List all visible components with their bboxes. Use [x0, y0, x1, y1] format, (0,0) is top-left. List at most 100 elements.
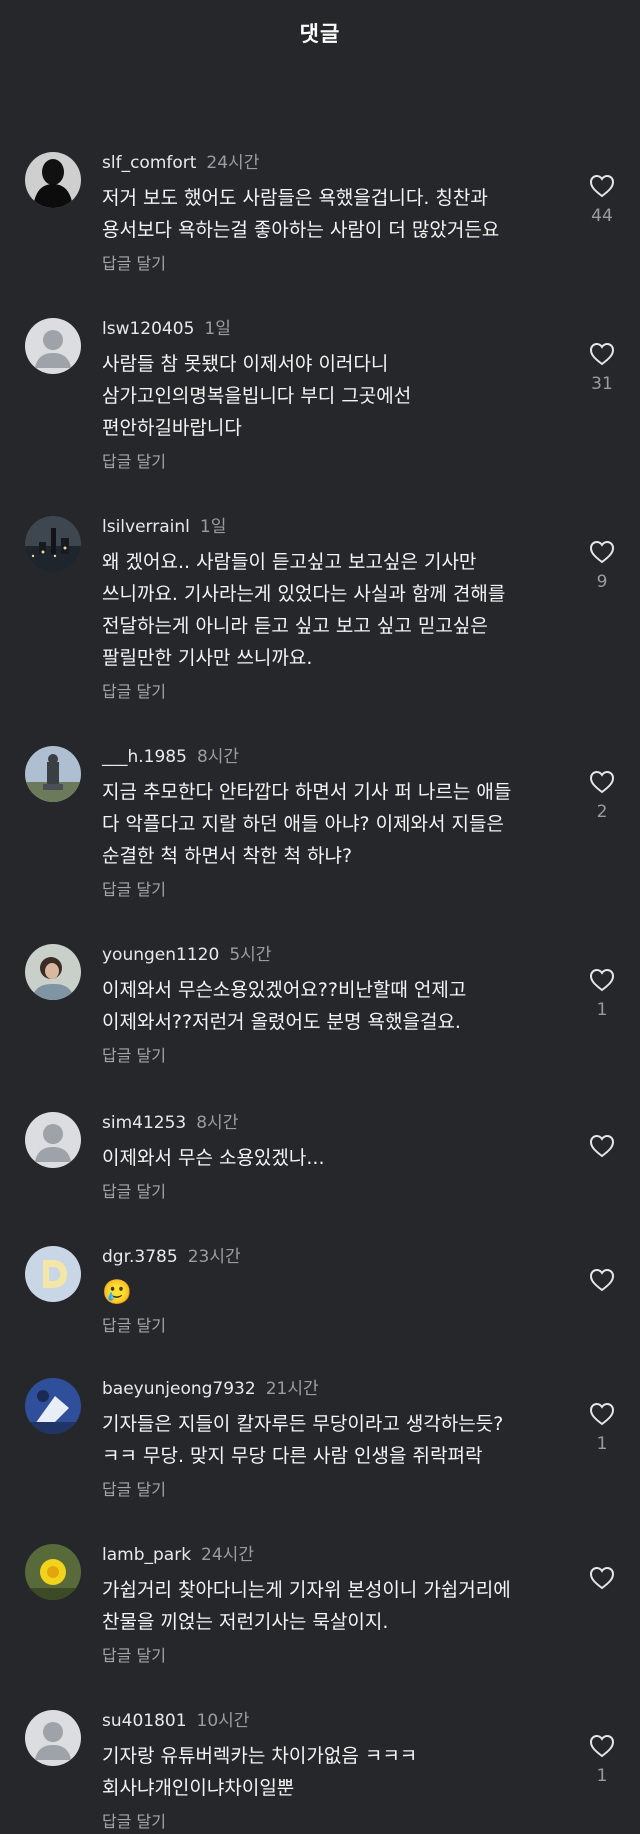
comment-time: 21시간 — [265, 1379, 319, 1399]
comment-time: 8시간 — [196, 747, 240, 767]
comments-header: 댓글 — [0, 0, 640, 66]
like-button[interactable]: 1 — [582, 1402, 622, 1454]
reply-button[interactable]: 답글 달기 — [102, 1810, 166, 1834]
heart-icon — [589, 1402, 615, 1426]
avatar[interactable] — [25, 152, 81, 208]
avatar[interactable] — [25, 516, 81, 572]
comment-username[interactable]: lsw120405 — [102, 319, 194, 339]
comment-time: 23시간 — [187, 1247, 241, 1267]
comment-username[interactable]: dgr.3785 — [102, 1247, 178, 1267]
comment-text: 지금 추모한다 안타깝다 하면서 기사 퍼 나르는 애들 다 악플다고 지랄 하… — [102, 781, 512, 867]
comment-time: 24시간 — [201, 1545, 254, 1565]
heart-icon — [589, 770, 615, 794]
reply-button[interactable]: 답글 달기 — [102, 1180, 166, 1204]
header-title: 댓글 — [299, 22, 341, 46]
comment-text: 기자랑 유튜버렉카는 차이가없음 ㅋㅋㅋ 회사냐개인이냐차이일뿐 — [102, 1745, 418, 1799]
blue-sky-avatar-icon — [25, 1378, 81, 1434]
heart-icon — [589, 342, 615, 366]
heart-icon — [589, 968, 615, 992]
like-button[interactable]: 2 — [582, 770, 622, 822]
heart-icon — [589, 1268, 615, 1292]
comment-text: 🥲 — [102, 1276, 550, 1308]
comment-time: 1일 — [204, 319, 231, 339]
comments-sheet: 댓글 slf_comfort 24시간 저거 보도 했어도 사람들은 욕했을겁니다… — [0, 0, 640, 1831]
comment-item: lamb_park 24시간 가쉽거리 찾아다니는게 기자위 본성이니 가쉽거리에… — [0, 1544, 640, 1668]
comment-username[interactable]: baeyunjeong7932 — [102, 1379, 256, 1399]
letter-d-avatar-icon — [25, 1246, 81, 1302]
default-avatar-icon — [25, 1710, 81, 1766]
like-count: 44 — [591, 206, 613, 226]
comment-item: lsilverrainl 1일 왜 겠어요.. 사람들이 듣고싶고 보고싶은 기사… — [0, 516, 640, 704]
avatar[interactable] — [25, 1246, 81, 1302]
heart-icon — [589, 174, 615, 198]
comment-time: 10시간 — [196, 1711, 250, 1731]
comment-time: 24시간 — [206, 153, 260, 173]
avatar[interactable] — [25, 944, 81, 1000]
comment-time: 5시간 — [229, 945, 272, 965]
comment-text: 사람들 참 못됐다 이제서야 이러다니 삼가고인의명복을빕니다 부디 그곳에선 … — [102, 353, 412, 439]
avatar[interactable] — [25, 1544, 81, 1600]
reply-button[interactable]: 답글 달기 — [102, 1044, 166, 1068]
comment-text: 기자들은 지들이 칼자루든 무당이라고 생각하는듯? ㅋㅋ 무당. 맞지 무당 … — [102, 1413, 504, 1467]
comment-text: 이제와서 무슨소용있겠어요??비난할때 언제고 이제와서??저런거 올렸어도 분… — [102, 979, 467, 1033]
avatar[interactable] — [25, 1378, 81, 1434]
like-button[interactable] — [582, 1566, 622, 1590]
like-count: 1 — [596, 1766, 608, 1786]
reply-button[interactable]: 답글 달기 — [102, 1478, 166, 1502]
comment-text: 왜 겠어요.. 사람들이 듣고싶고 보고싶은 기사만 쓰니까요. 기사라는게 있… — [102, 551, 506, 669]
reply-button[interactable]: 답글 달기 — [102, 1644, 166, 1668]
avatar[interactable] — [25, 1112, 81, 1168]
reply-button[interactable]: 답글 달기 — [102, 680, 166, 704]
comment-item: ___h.1985 8시간 지금 추모한다 안타깝다 하면서 기사 퍼 나르는 애… — [0, 746, 640, 902]
reply-button[interactable]: 답글 달기 — [102, 450, 166, 474]
night-city-avatar-icon — [25, 516, 81, 572]
comment-item: lsw120405 1일 사람들 참 못됐다 이제서야 이러다니 삼가고인의명복을… — [0, 318, 640, 474]
like-button[interactable] — [582, 1268, 622, 1292]
comment-item: dgr.3785 23시간 🥲 답글 달기 — [0, 1246, 640, 1338]
comment-username[interactable]: sim41253 — [102, 1113, 186, 1133]
smile-tear-emoji: 🥲 — [102, 1278, 132, 1306]
like-count: 2 — [596, 802, 608, 822]
statue-avatar-icon — [25, 746, 81, 802]
person-photo-avatar-icon — [25, 944, 81, 1000]
comment-item: youngen1120 5시간 이제와서 무슨소용있겠어요??비난할때 언제고 이… — [0, 944, 640, 1068]
comment-time: 1일 — [199, 517, 227, 537]
heart-icon — [589, 1566, 615, 1590]
avatar-silhouette-icon — [25, 152, 81, 208]
comment-item: sim41253 8시간 이제와서 무슨 소용있겠나... 답글 달기 — [0, 1112, 640, 1204]
reply-button[interactable]: 답글 달기 — [102, 1314, 166, 1338]
like-button[interactable] — [582, 1134, 622, 1158]
heart-icon — [589, 1134, 615, 1158]
avatar[interactable] — [25, 1710, 81, 1766]
comment-username[interactable]: lamb_park — [102, 1545, 191, 1565]
avatar[interactable] — [25, 746, 81, 802]
comment-item: baeyunjeong7932 21시간 기자들은 지들이 칼자루든 무당이라고 … — [0, 1378, 640, 1502]
heart-icon — [589, 1734, 615, 1758]
like-button[interactable]: 1 — [582, 1734, 622, 1786]
comment-text: 저거 보도 했어도 사람들은 욕했을겁니다. 칭찬과 용서보다 욕하는걸 좋아하… — [102, 187, 500, 241]
like-button[interactable]: 31 — [582, 342, 622, 394]
like-count: 31 — [591, 374, 613, 394]
like-button[interactable]: 9 — [582, 540, 622, 592]
heart-icon — [589, 540, 615, 564]
comment-username[interactable]: youngen1120 — [102, 945, 219, 965]
comment-username[interactable]: ___h.1985 — [102, 747, 187, 767]
default-avatar-icon — [25, 1112, 81, 1168]
comment-text: 이제와서 무슨 소용있겠나... — [102, 1147, 325, 1169]
default-avatar-icon — [25, 318, 81, 374]
comment-item: su401801 10시간 기자랑 유튜버렉카는 차이가없음 ㅋㅋㅋ 회사냐개인이… — [0, 1710, 640, 1834]
reply-button[interactable]: 답글 달기 — [102, 252, 166, 276]
avatar[interactable] — [25, 318, 81, 374]
comment-username[interactable]: lsilverrainl — [102, 517, 190, 537]
comment-username[interactable]: su401801 — [102, 1711, 187, 1731]
like-count: 9 — [596, 572, 608, 592]
comment-item: slf_comfort 24시간 저거 보도 했어도 사람들은 욕했을겁니다. 칭… — [0, 152, 640, 276]
comment-text: 가쉽거리 찾아다니는게 기자위 본성이니 가쉽거리에 찬물을 끼얹는 저런기사는… — [102, 1579, 511, 1633]
dandelion-avatar-icon — [25, 1544, 81, 1600]
like-button[interactable]: 44 — [582, 174, 622, 226]
comment-username[interactable]: slf_comfort — [102, 153, 196, 173]
reply-button[interactable]: 답글 달기 — [102, 878, 166, 902]
like-count: 1 — [596, 1434, 608, 1454]
comment-time: 8시간 — [196, 1113, 239, 1133]
like-button[interactable]: 1 — [582, 968, 622, 1020]
